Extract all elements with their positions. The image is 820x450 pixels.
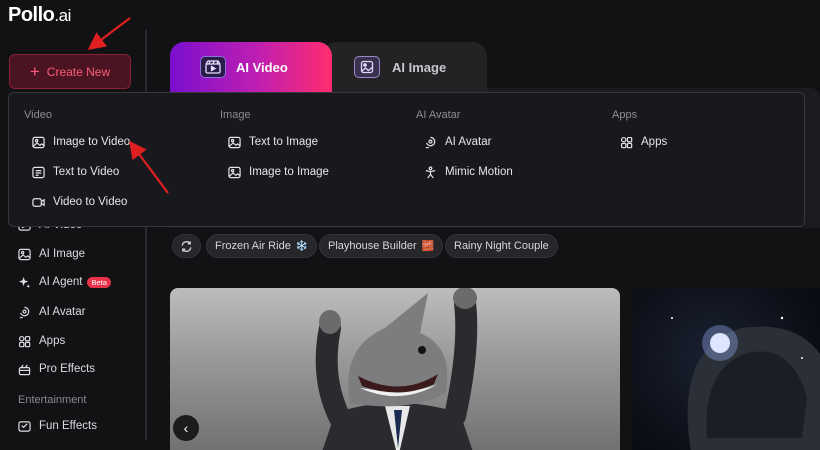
chevron-left-icon: ‹ [183, 420, 189, 436]
sidebar-item-ai-avatar[interactable]: AI Avatar [18, 301, 85, 323]
menu-item-image-to-image[interactable]: Image to Image [228, 163, 329, 181]
dropdown-column-video: Video Image to Video Text to Video Video… [24, 109, 130, 223]
dropdown-column-apps: Apps Apps [612, 109, 667, 163]
logo[interactable]: Pollo.ai [8, 4, 71, 27]
video-to-video-icon [32, 197, 45, 207]
clapperboard-icon [200, 56, 226, 78]
chip-playhouse-builder[interactable]: Playhouse Builder 🧱 [319, 234, 444, 258]
astronaut-illustration [671, 316, 820, 450]
dropdown-column-image: Image Text to Image Image to Image [220, 109, 329, 193]
sidebar-item-ai-image[interactable]: AI Image [18, 243, 85, 265]
sidebar-section-entertainment: Entertainment [18, 394, 87, 406]
menu-item-ai-avatar[interactable]: AI Avatar [424, 133, 513, 151]
sidebar-item-label: AI Agent [39, 276, 83, 288]
tab-ai-video[interactable]: AI Video [170, 42, 332, 92]
snowflake-icon: ❄️ [295, 240, 309, 252]
chip-rainy-night-couple[interactable]: Rainy Night Couple [445, 234, 558, 258]
tab-label: AI Image [392, 59, 447, 75]
menu-item-text-to-video[interactable]: Text to Video [32, 163, 130, 181]
preview-card-space[interactable] [632, 288, 820, 450]
sidebar-item-label: Fun Effects [39, 420, 97, 432]
sparkle-icon [18, 276, 31, 288]
sidebar-item-pro-effects[interactable]: Pro Effects [18, 358, 95, 380]
dropdown-heading: Image [220, 109, 251, 121]
refresh-icon [181, 240, 192, 252]
image-to-image-icon [228, 166, 241, 178]
menu-item-text-to-image[interactable]: Text to Image [228, 133, 329, 151]
logo-brand: Pollo [8, 4, 55, 26]
page: Pollo.ai + Create New AI Video AI Image … [0, 0, 820, 450]
image-icon [18, 248, 31, 260]
create-new-dropdown: Video Image to Video Text to Video Video… [8, 92, 805, 227]
chip-label: Frozen Air Ride [215, 240, 291, 252]
menu-item-label: Mimic Motion [445, 166, 513, 178]
menu-item-label: AI Avatar [445, 136, 492, 148]
sidebar-item-label: AI Image [39, 248, 86, 260]
apps-icon [620, 136, 633, 148]
dropdown-heading: AI Avatar [416, 109, 461, 121]
preview-card-shark[interactable] [170, 288, 620, 450]
sidebar-item-label: Apps [39, 335, 66, 347]
menu-item-label: Video to Video [53, 196, 128, 208]
apps-icon [18, 335, 31, 347]
tab-ai-image[interactable]: AI Image [322, 42, 487, 92]
sidebar-item-label: AI Avatar [39, 306, 86, 318]
annotation-arrow-create [87, 17, 131, 50]
menu-item-image-to-video[interactable]: Image to Video [32, 133, 130, 151]
refresh-button[interactable] [172, 234, 201, 258]
ai-image-tab-icon [354, 56, 380, 78]
dropdown-column-ai-avatar: AI Avatar AI Avatar Mimic Motion [416, 109, 513, 193]
image-to-video-icon [32, 136, 45, 148]
sidebar-item-fun-effects[interactable]: Fun Effects [18, 415, 97, 437]
create-new-label: Create New [46, 64, 111, 79]
text-to-video-icon [32, 166, 45, 178]
avatar-icon [425, 136, 436, 148]
menu-item-label: Image to Video [53, 136, 131, 148]
brick-icon: 🧱 [421, 240, 435, 252]
avatar-icon [19, 306, 30, 318]
beta-badge: Beta [87, 276, 111, 288]
effects-icon [18, 364, 31, 375]
chip-frozen-air-ride[interactable]: Frozen Air Ride ❄️ [206, 234, 318, 258]
chip-label: Playhouse Builder [328, 240, 417, 252]
sidebar-item-label: Pro Effects [39, 363, 96, 375]
logo-suffix: .ai [54, 6, 71, 25]
dropdown-heading: Video [24, 109, 52, 121]
menu-item-label: Text to Video [53, 166, 120, 178]
plus-icon: + [29, 62, 40, 81]
shark-illustration [315, 288, 478, 450]
menu-item-label: Text to Image [249, 136, 319, 148]
sidebar-item-apps[interactable]: Apps [18, 330, 65, 352]
create-new-button[interactable]: + Create New [9, 54, 131, 89]
menu-item-apps[interactable]: Apps [620, 133, 667, 151]
tabs-bar: AI Image AI Video [170, 42, 820, 92]
fun-effects-icon [18, 420, 31, 432]
motion-figure-icon [425, 165, 436, 178]
tab-label: AI Video [236, 59, 288, 75]
menu-item-label: Image to Image [249, 166, 329, 178]
chip-label: Rainy Night Couple [454, 240, 549, 252]
dropdown-heading: Apps [612, 109, 638, 121]
menu-item-video-to-video[interactable]: Video to Video [32, 193, 130, 211]
menu-item-label: Apps [641, 136, 668, 148]
menu-item-mimic-motion[interactable]: Mimic Motion [424, 163, 513, 181]
carousel-prev-button[interactable]: ‹ [173, 415, 199, 441]
text-to-image-icon [228, 136, 241, 148]
sidebar-item-ai-agent[interactable]: AI Agent Beta [18, 271, 111, 293]
